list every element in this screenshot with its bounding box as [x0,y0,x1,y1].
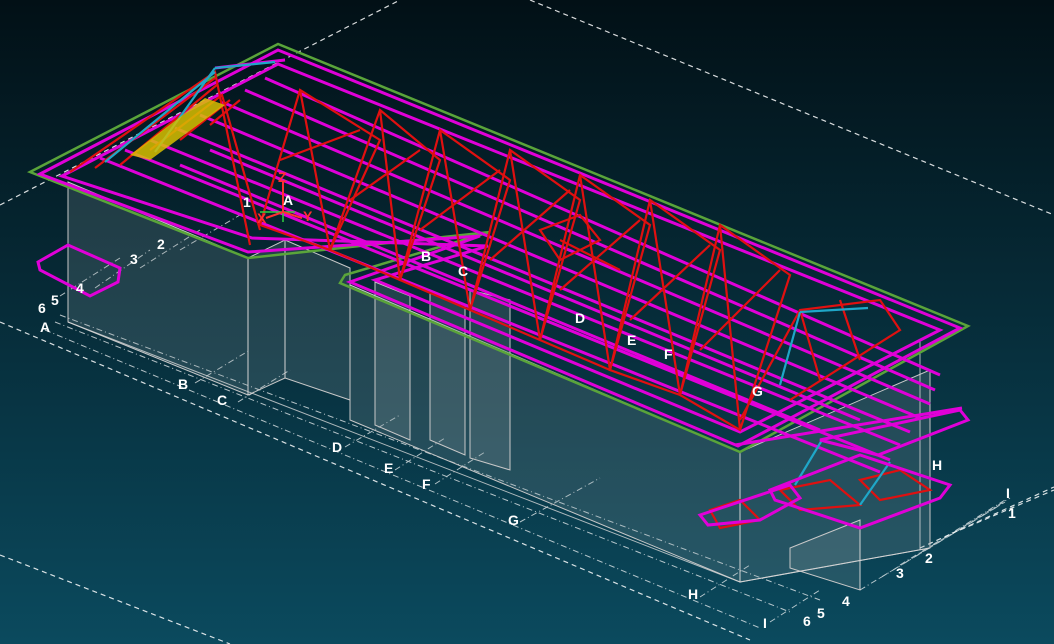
grid-label-right-I: I [1006,485,1010,501]
grid-label-front-A: A [40,319,50,335]
grid-label-origin-letter: A [283,192,293,208]
grid-label-roof-F: F [664,346,673,362]
grid-label-front-H: H [688,586,698,602]
grid-label-front-E: E [384,460,393,476]
grid-label-front-G: G [508,512,519,528]
grid-label-right-3: 3 [896,565,904,581]
grid-label-left-4: 4 [76,280,84,296]
grid-label-right-4: 4 [842,593,850,609]
cad-3d-viewport[interactable]: Z X Y 1 A 2 3 4 5 6 A B C D E F G H I B … [0,0,1054,644]
grid-label-roof-E: E [627,332,636,348]
grid-label-roof-C: C [458,263,468,279]
ucs-y-label: Y [303,208,313,224]
roof-framing-model: Z X Y 1 A 2 3 4 5 6 A B C D E F G H I B … [0,0,1054,644]
grid-label-front-I: I [763,615,767,631]
grid-label-right-6: 6 [803,613,811,629]
grid-label-front-D: D [332,439,342,455]
grid-label-left-5: 5 [51,292,59,308]
grid-label-front-B: B [178,376,188,392]
ucs-x-label: X [257,210,267,226]
grid-label-origin-number: 1 [243,194,251,210]
grid-label-roof-B: B [421,248,431,264]
grid-label-front-C: C [217,392,227,408]
grid-label-roof-G: G [752,383,763,399]
grid-label-roof-D: D [575,310,585,326]
grid-label-roof-H: H [932,457,942,473]
grid-label-left-3: 3 [130,251,138,267]
grid-label-right-1: 1 [1008,505,1016,521]
grid-label-right-5: 5 [817,605,825,621]
ucs-z-label: Z [278,169,287,185]
grid-label-left-6: 6 [38,300,46,316]
grid-label-left-2: 2 [157,236,165,252]
grid-label-front-F: F [422,476,431,492]
grid-label-right-2: 2 [925,550,933,566]
